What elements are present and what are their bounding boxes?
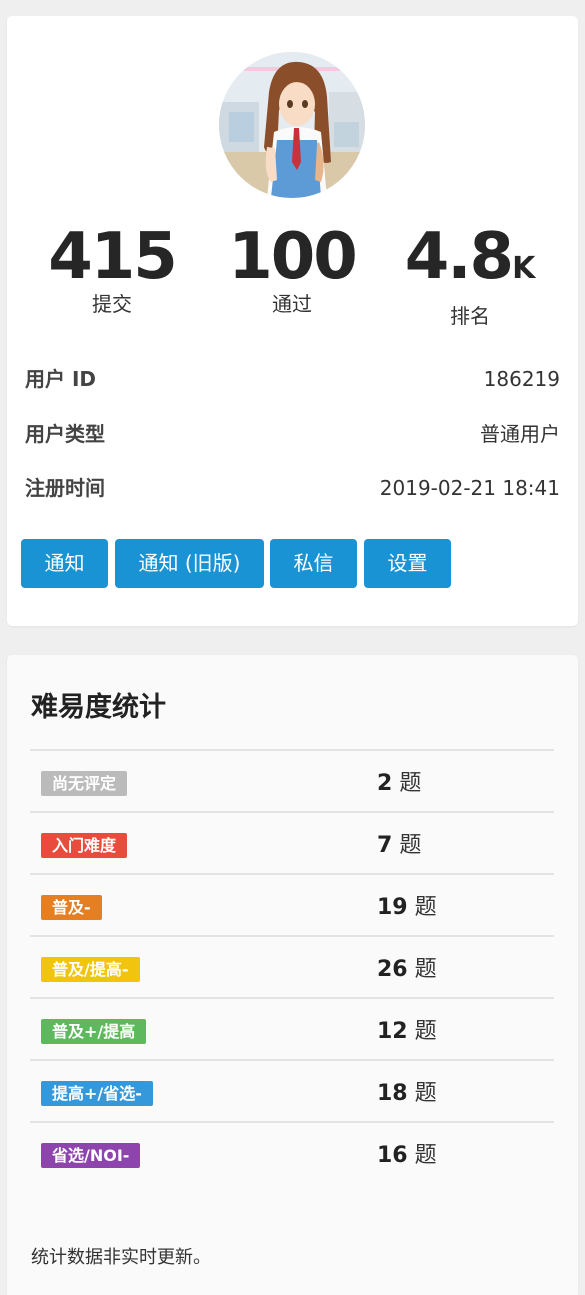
problem-count: 19 题: [377, 889, 437, 921]
problem-count-value: 2: [377, 771, 393, 796]
stat-ranking-value: 4.8K: [404, 220, 536, 294]
stat-accepted-value: 100: [228, 220, 358, 294]
difficulty-title: 难易度统计: [31, 692, 166, 723]
problem-count-unit: 题: [399, 833, 422, 858]
problem-count-unit: 题: [414, 957, 437, 982]
stat-accepted: 100 通过: [202, 218, 382, 318]
problem-count: 12 题: [377, 1013, 437, 1045]
profile-card: 415 提交 100 通过 4.8K 排名 用户 ID 186219 用户类型 …: [7, 16, 578, 626]
stat-ranking: 4.8K 排名: [380, 218, 560, 330]
notifications-legacy-button[interactable]: 通知 (旧版): [115, 539, 264, 588]
problem-count-unit: 题: [414, 1081, 437, 1106]
avatar-image: [219, 52, 365, 198]
info-value: 普通用户: [480, 422, 560, 446]
settings-button[interactable]: 设置: [364, 539, 451, 588]
table-row: 入门难度 7 题: [30, 811, 554, 873]
problem-count: 26 题: [377, 951, 437, 983]
difficulty-tag[interactable]: 入门难度: [41, 833, 128, 858]
info-row-register-time: 注册时间 2019-02-21 18:41: [25, 473, 560, 503]
problem-count: 7 题: [377, 827, 421, 859]
table-row: 提高+/省选- 18 题: [30, 1059, 554, 1121]
table-row: 普及/提高- 26 题: [30, 935, 554, 997]
difficulty-tag[interactable]: 省选/NOI-: [41, 1143, 141, 1168]
problem-count-value: 26: [377, 957, 408, 982]
problem-count-unit: 题: [414, 1143, 437, 1168]
difficulty-table: 尚无评定 2 题入门难度 7 题普及- 19 题普及/提高- 26 题普及+/提高 12 …: [30, 749, 554, 1183]
problem-count: 18 题: [377, 1075, 437, 1107]
problem-count-unit: 题: [399, 771, 422, 796]
problem-count: 16 题: [377, 1137, 437, 1169]
difficulty-tag[interactable]: 尚无评定: [41, 771, 128, 796]
table-row: 普及- 19 题: [30, 873, 554, 935]
problem-count-value: 19: [377, 895, 408, 920]
info-value: 2019-02-21 18:41: [379, 476, 560, 500]
avatar[interactable]: [219, 52, 365, 198]
difficulty-tag[interactable]: 普及-: [41, 895, 102, 920]
info-key: 用户类型: [25, 422, 105, 446]
difficulty-tag[interactable]: 提高+/省选-: [41, 1081, 153, 1106]
difficulty-card: 难易度统计 尚无评定 2 题入门难度 7 题普及- 19 题普及/提高- 26 题普及+…: [7, 655, 578, 1295]
info-value: 186219: [483, 367, 560, 391]
table-row: 尚无评定 2 题: [30, 749, 554, 811]
table-row: 省选/NOI- 16 题: [30, 1121, 554, 1183]
problem-count-unit: 题: [414, 895, 437, 920]
problem-count: 2 题: [377, 765, 421, 797]
difficulty-tag[interactable]: 普及+/提高: [41, 1019, 147, 1044]
stat-submissions-value: 415: [48, 220, 178, 294]
difficulty-tag[interactable]: 普及/提高-: [41, 957, 140, 982]
problem-count-value: 18: [377, 1081, 408, 1106]
private-message-button[interactable]: 私信: [270, 539, 357, 588]
stats-note: 统计数据非实时更新。: [31, 1247, 211, 1268]
stat-submissions: 415 提交: [22, 218, 202, 318]
table-row: 普及+/提高 12 题: [30, 997, 554, 1059]
info-row-user-type: 用户类型 普通用户: [25, 419, 560, 449]
problem-count-value: 7: [377, 833, 393, 858]
problem-count-unit: 题: [414, 1019, 437, 1044]
info-key: 用户 ID: [25, 367, 97, 391]
notifications-button[interactable]: 通知: [21, 539, 108, 588]
info-row-user-id: 用户 ID 186219: [25, 364, 560, 394]
problem-count-value: 16: [377, 1143, 408, 1168]
info-key: 注册时间: [25, 476, 105, 500]
stat-ranking-unit: K: [512, 251, 536, 286]
problem-count-value: 12: [377, 1019, 408, 1044]
